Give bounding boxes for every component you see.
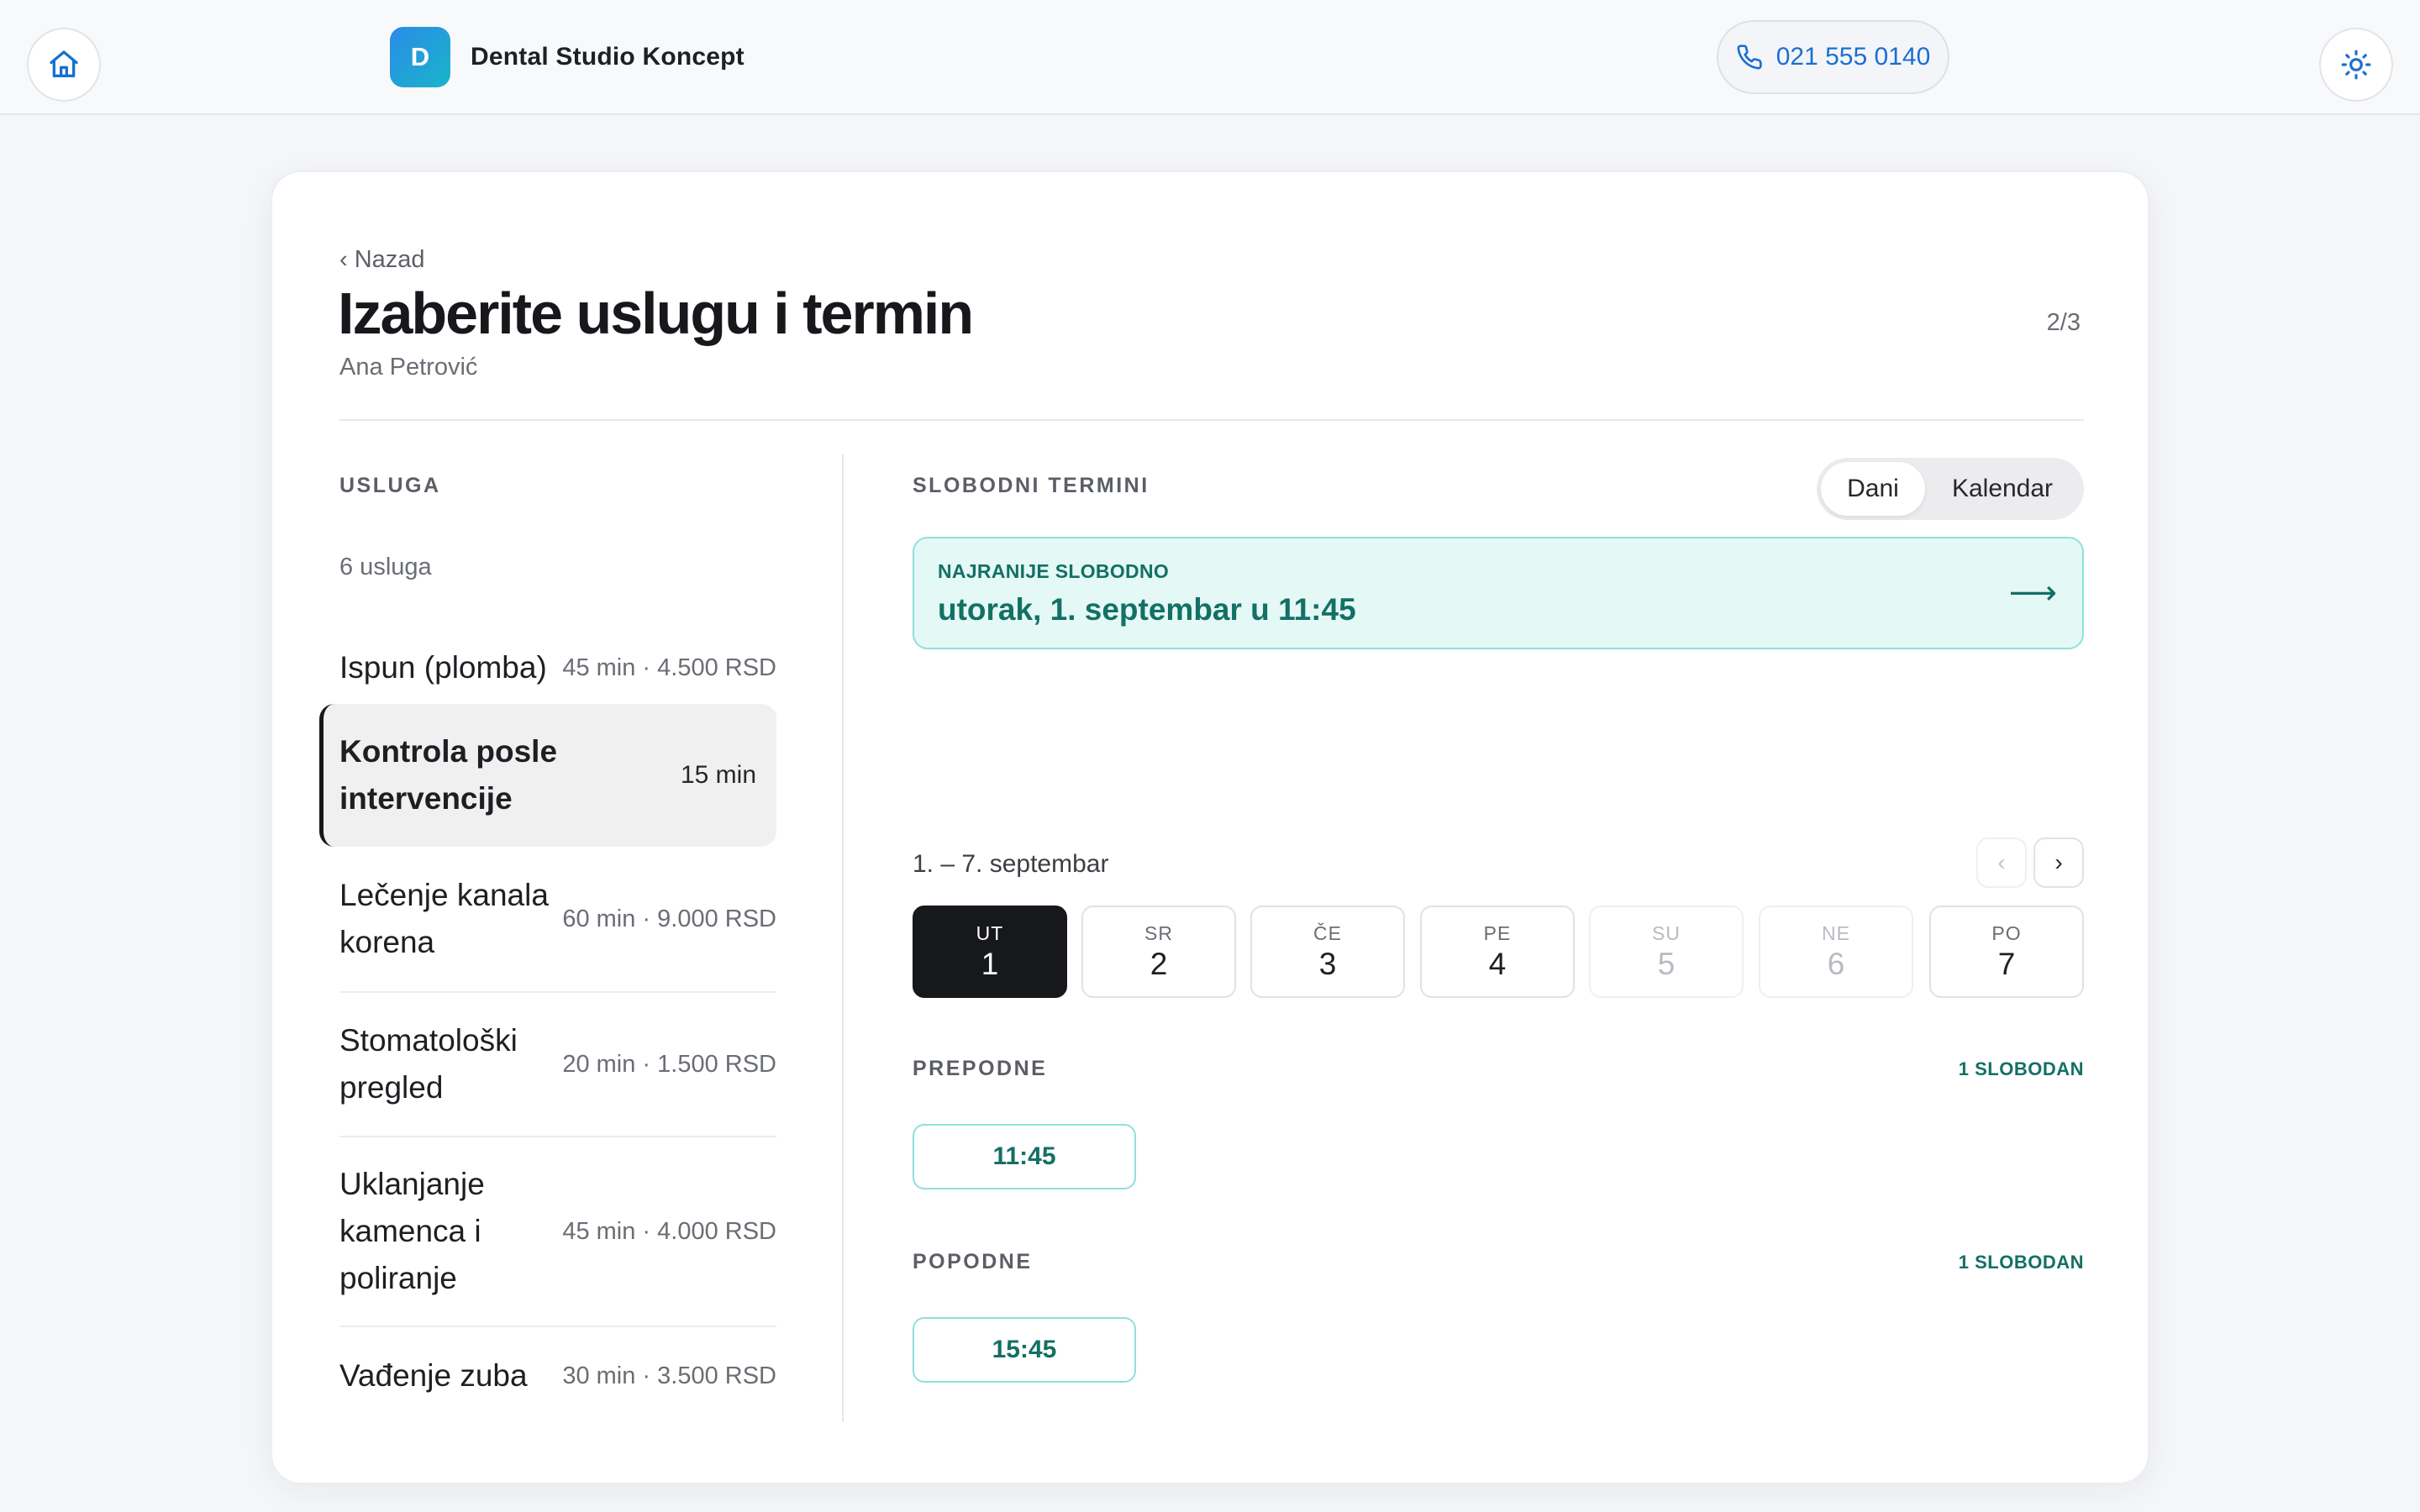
phone-button[interactable]: 021 555 0140: [1717, 20, 1949, 94]
service-item-uklanjanje-kamenca[interactable]: Uklanjanje kamenca i poliranje 45 min · …: [339, 1137, 776, 1327]
services-count: 6 usluga: [339, 554, 432, 580]
day-name: SU: [1652, 921, 1681, 944]
period-count: 1 SLOBODAN: [1958, 1058, 2084, 1079]
day-pe[interactable]: PE 4: [1420, 906, 1575, 998]
earliest-slot-label: NAJRANIJE SLOBODNO: [938, 560, 1170, 582]
day-ne: NE 6: [1759, 906, 1913, 998]
day-su: SU 5: [1589, 906, 1744, 998]
day-date: 7: [1997, 946, 2016, 981]
day-date: 2: [1150, 946, 1168, 981]
arrow-right-icon: ⟶: [2008, 575, 2057, 612]
service-meta: 45 min · 4.500 RSD: [562, 654, 776, 681]
booking-card: ‹ Nazad Izaberite uslugu i termin Ana Pe…: [271, 171, 2149, 1484]
period-morning: PREPODNE 1 SLOBODAN 11:45: [913, 1057, 2084, 1191]
day-date: 6: [1827, 946, 1845, 981]
service-item-kontrola[interactable]: Kontrola posle intervencije 15 min: [319, 704, 776, 847]
prev-week-button[interactable]: ‹: [1976, 837, 2027, 888]
top-bar: D Dental Studio Koncept 021 555 0140: [0, 0, 2420, 115]
day-name: SR: [1144, 921, 1173, 944]
back-link[interactable]: ‹ Nazad: [339, 246, 425, 274]
service-item-ispun[interactable]: Ispun (plomba) 45 min · 4.500 RSD: [339, 624, 776, 713]
toggle-days[interactable]: Dani: [1821, 462, 1925, 516]
view-toggle: Dani Kalendar: [1817, 458, 2084, 520]
day-name: PO: [1991, 921, 2022, 944]
service-item-pregled[interactable]: Stomatološki pregled 20 min · 1.500 RSD: [339, 993, 776, 1137]
brand-name: Dental Studio Koncept: [471, 43, 744, 71]
earliest-slot-banner[interactable]: NAJRANIJE SLOBODNO utorak, 1. septembar …: [913, 537, 2084, 649]
week-range: 1. – 7. septembar: [913, 850, 1109, 878]
service-name: Vađenje zuba: [339, 1358, 528, 1393]
brand-logo: D: [390, 27, 450, 87]
service-item-lecenje-kanala[interactable]: Lečenje kanala korena 60 min · 9.000 RSD: [339, 847, 776, 993]
brand[interactable]: D Dental Studio Koncept: [390, 27, 744, 87]
service-name: Lečenje kanala korena: [339, 878, 549, 959]
day-name: ČE: [1313, 921, 1342, 944]
day-ut[interactable]: UT 1: [913, 906, 1067, 998]
service-name: Stomatološki pregled: [339, 1023, 518, 1105]
day-date: 4: [1488, 946, 1507, 981]
service-name: Uklanjanje kamenca i poliranje: [339, 1167, 485, 1295]
service-name: Ispun (plomba): [339, 650, 547, 685]
services-heading: USLUGA: [339, 474, 441, 497]
patient-name: Ana Petrović: [339, 354, 478, 381]
earliest-slot-value: utorak, 1. septembar u 11:45: [938, 592, 1356, 627]
day-sr[interactable]: SR 2: [1081, 906, 1236, 998]
service-meta: 20 min · 1.500 RSD: [562, 1050, 776, 1078]
day-name: UT: [976, 921, 1004, 944]
day-po[interactable]: PO 7: [1929, 906, 2084, 998]
service-meta: 15 min: [680, 761, 756, 789]
toggle-calendar[interactable]: Kalendar: [1925, 462, 2080, 516]
period-afternoon: POPODNE 1 SLOBODAN 15:45: [913, 1250, 2084, 1384]
home-button[interactable]: [27, 28, 101, 102]
header-divider: [339, 419, 2084, 421]
phone-icon: [1737, 45, 1762, 70]
slots-heading: SLOBODNI TERMINI: [913, 474, 1150, 497]
theme-toggle-button[interactable]: [2319, 28, 2393, 102]
day-picker: UT 1 SR 2 ČE 3 PE 4 SU 5 NE 6 PO 7: [913, 906, 2084, 998]
page-title: Izaberite uslugu i termin: [338, 281, 974, 346]
service-meta: 60 min · 9.000 RSD: [562, 905, 776, 932]
time-slot-button[interactable]: 15:45: [913, 1317, 1136, 1383]
day-date: 5: [1657, 946, 1676, 981]
day-date: 1: [981, 946, 999, 981]
step-indicator: 2/3: [2046, 309, 2081, 336]
day-ce[interactable]: ČE 3: [1250, 906, 1405, 998]
period-label: POPODNE: [913, 1250, 1033, 1273]
time-slot-button[interactable]: 11:45: [913, 1124, 1136, 1189]
column-divider: [842, 454, 844, 1422]
day-name: PE: [1483, 921, 1512, 944]
home-icon: [50, 50, 78, 78]
service-item-vadjenje-zuba[interactable]: Vađenje zuba 30 min · 3.500 RSD: [339, 1327, 776, 1425]
day-date: 3: [1318, 946, 1337, 981]
service-name: Kontrola posle intervencije: [339, 734, 558, 816]
next-week-button[interactable]: ›: [2033, 837, 2084, 888]
sun-icon: [2341, 50, 2371, 80]
period-label: PREPODNE: [913, 1057, 1048, 1080]
day-name: NE: [1822, 921, 1850, 944]
phone-number: 021 555 0140: [1776, 43, 1931, 71]
period-count: 1 SLOBODAN: [1958, 1252, 2084, 1273]
service-meta: 30 min · 3.500 RSD: [562, 1362, 776, 1389]
service-meta: 45 min · 4.000 RSD: [562, 1217, 776, 1245]
